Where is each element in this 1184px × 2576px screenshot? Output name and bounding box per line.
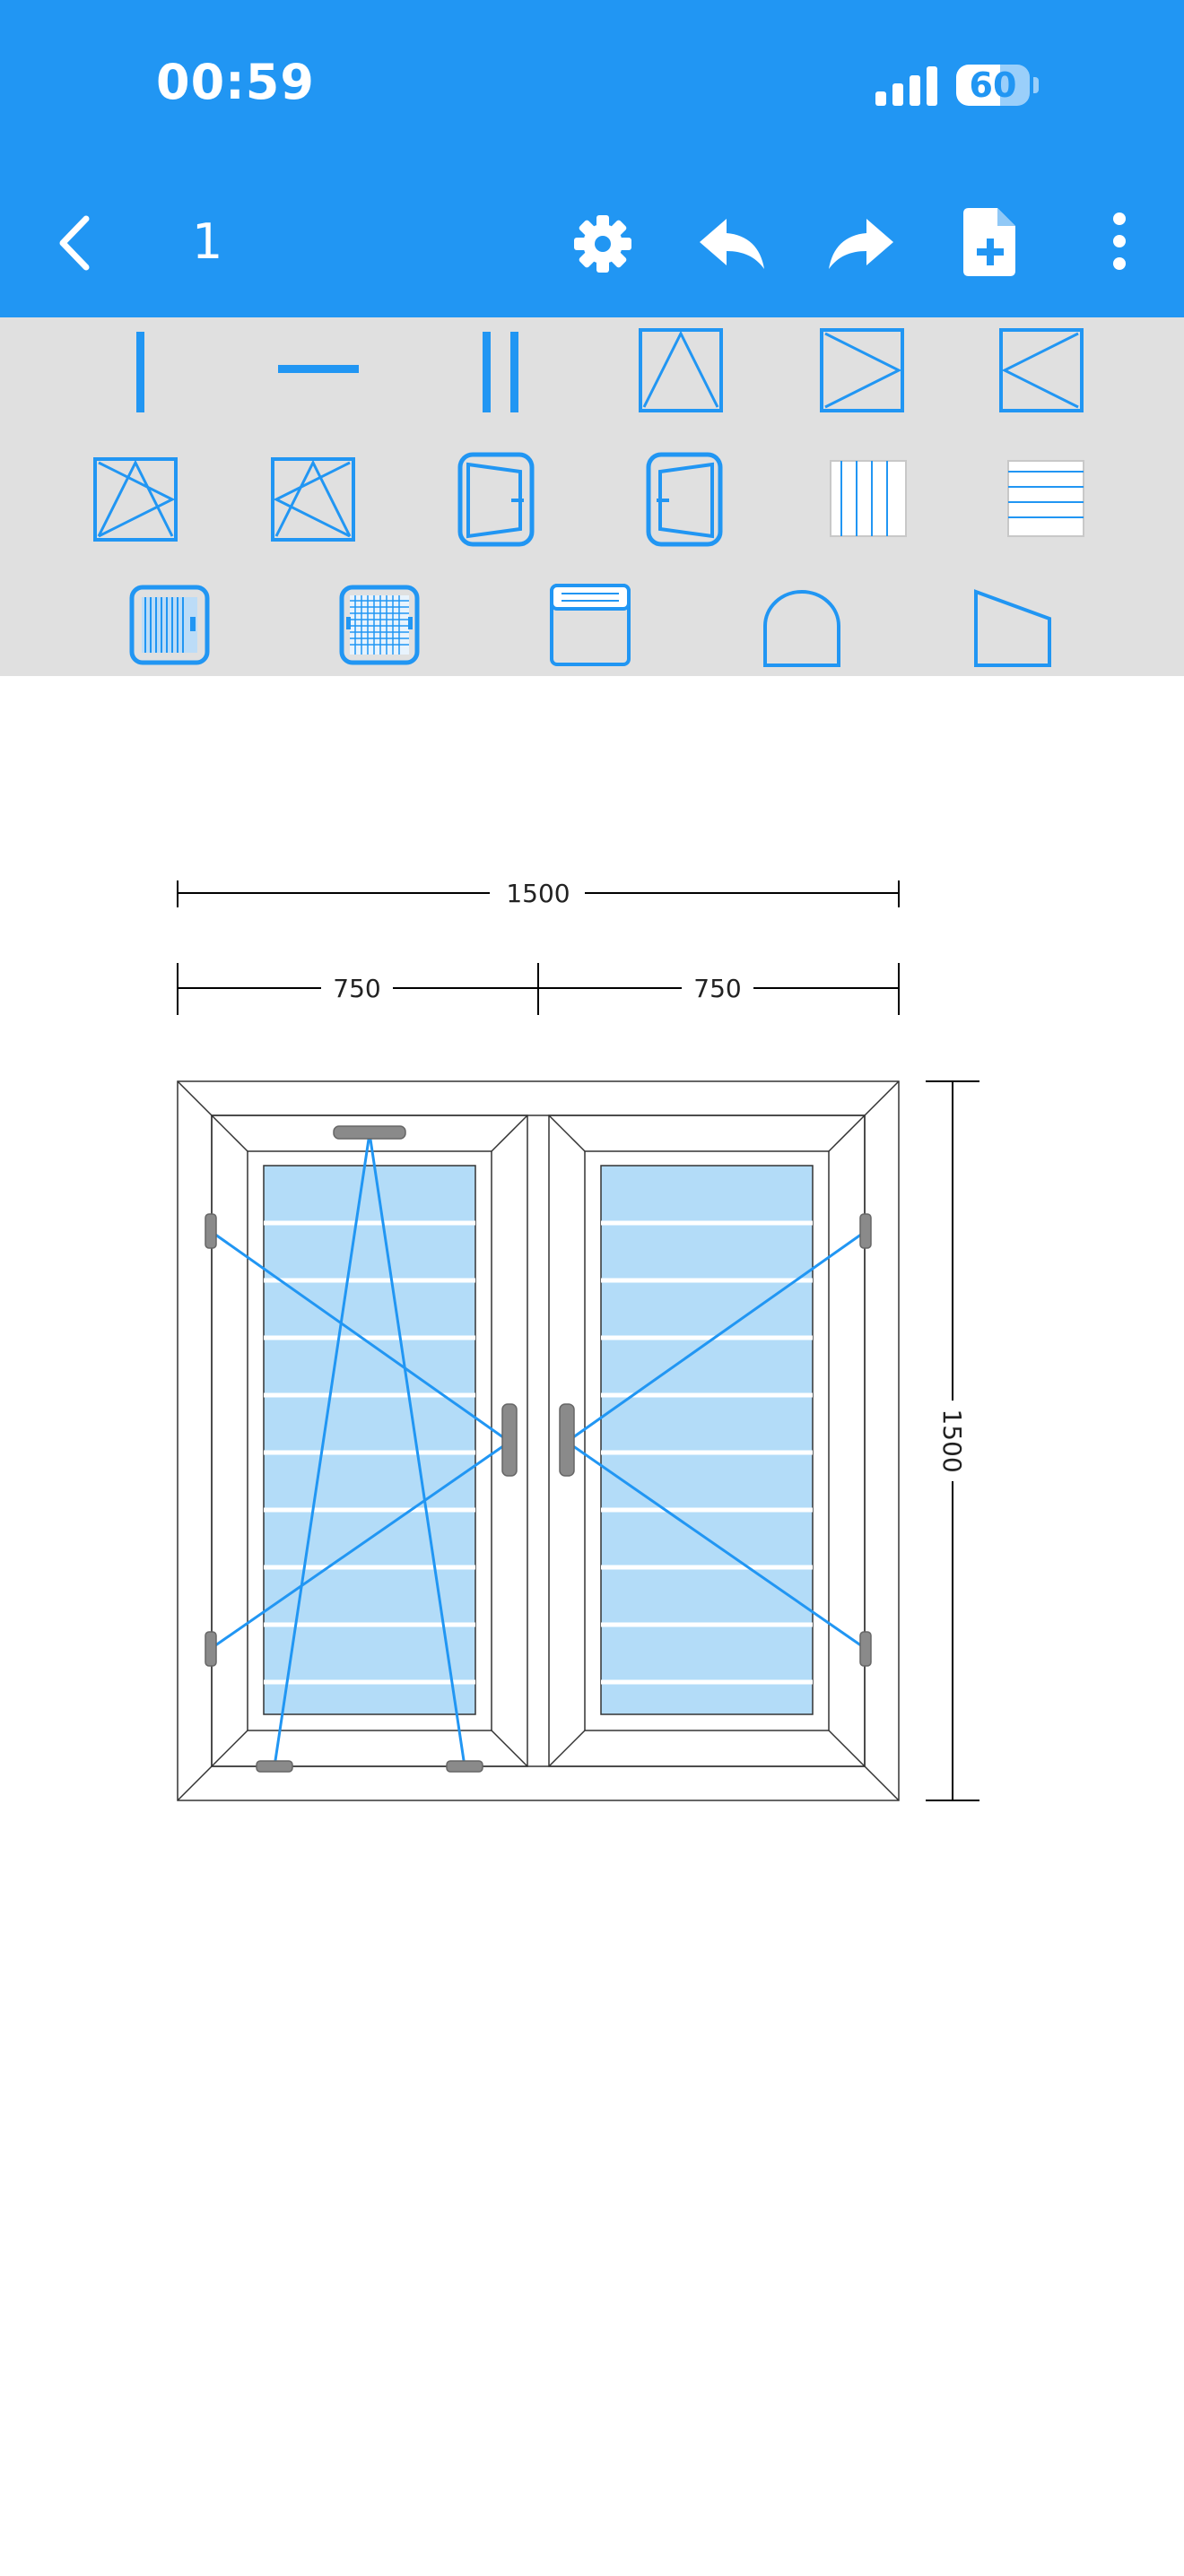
- undo-icon[interactable]: [698, 215, 766, 273]
- redo-icon[interactable]: [827, 215, 895, 273]
- door-left-icon[interactable]: [457, 452, 536, 549]
- overall-height-label: 1500: [937, 1409, 967, 1472]
- sash-widths-dimension: 750 750: [177, 963, 900, 1015]
- hinge: [859, 1631, 872, 1667]
- hinge: [256, 1760, 293, 1773]
- battery-level: 60: [969, 65, 1017, 105]
- battery-icon: 60: [956, 65, 1030, 106]
- hinge: [205, 1213, 217, 1249]
- window-drawing: 1500 750 750 1500: [177, 879, 979, 1801]
- box-shutter-icon[interactable]: [549, 583, 633, 669]
- hinge: [859, 1213, 872, 1249]
- tool-palette: [0, 317, 1184, 676]
- top-hung-sash-icon[interactable]: [639, 328, 725, 414]
- left-sash-width-label: 750: [333, 974, 380, 1003]
- status-time: 00:59: [156, 54, 315, 110]
- right-sash-width-label: 750: [693, 974, 741, 1003]
- overall-width-dimension: 1500: [177, 879, 900, 908]
- left-handle[interactable]: [501, 1403, 518, 1477]
- vertical-blinds-icon[interactable]: [829, 459, 910, 540]
- add-document-icon[interactable]: [963, 208, 1017, 276]
- horizontal-blinds-icon[interactable]: [1006, 459, 1087, 540]
- right-handle[interactable]: [559, 1403, 575, 1477]
- door-right-icon[interactable]: [646, 452, 725, 549]
- more-vertical-icon[interactable]: [1107, 210, 1132, 273]
- horizontal-transom-icon[interactable]: [274, 359, 364, 380]
- cellular-signal-icon: [875, 66, 937, 106]
- back-chevron-icon[interactable]: [52, 213, 97, 273]
- mosquito-net-icon[interactable]: [339, 585, 422, 667]
- vertical-mullion-icon[interactable]: [126, 330, 154, 416]
- double-vertical-mullion-icon[interactable]: [474, 330, 527, 416]
- tilt-turn-left-sash-icon[interactable]: [93, 457, 179, 543]
- top-hinge: [333, 1125, 406, 1140]
- roller-shutter-icon[interactable]: [129, 585, 212, 667]
- side-hung-sash-right-icon[interactable]: [999, 328, 1085, 414]
- overall-height-dimension: 1500: [926, 1080, 979, 1801]
- drawing-canvas[interactable]: 1500 750 750 1500: [0, 676, 1184, 2572]
- sloped-frame-icon[interactable]: [972, 588, 1055, 669]
- hinge: [205, 1631, 217, 1667]
- tilt-turn-right-sash-icon[interactable]: [271, 457, 357, 543]
- overall-width-label: 1500: [506, 879, 570, 908]
- page-number: 1: [192, 213, 223, 270]
- gear-icon[interactable]: [572, 213, 633, 274]
- side-hung-sash-left-icon[interactable]: [820, 328, 906, 414]
- battery-tip: [1033, 77, 1039, 93]
- hinge: [446, 1760, 483, 1773]
- app-header: 00:59 60 1: [0, 0, 1184, 317]
- arched-frame-icon[interactable]: [761, 588, 843, 669]
